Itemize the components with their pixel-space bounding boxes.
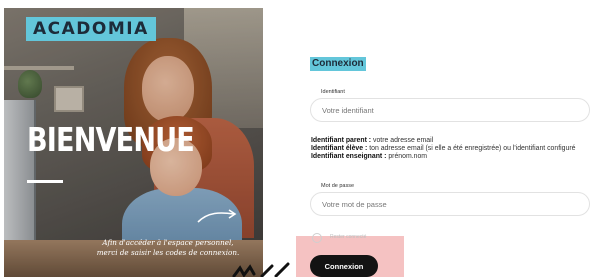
help-teacher-label: Identifiant enseignant : bbox=[311, 153, 387, 160]
login-title: Connexion bbox=[310, 57, 366, 71]
help-student-text: ton adresse email (si elle a été enregis… bbox=[367, 145, 576, 152]
identifier-input[interactable] bbox=[310, 98, 590, 122]
remember-me-label: Rester connecté bbox=[330, 234, 367, 240]
help-teacher: Identifiant enseignant : prénom.nom bbox=[311, 153, 596, 161]
help-student: Identifiant élève : ton adresse email (s… bbox=[311, 145, 596, 153]
password-input[interactable] bbox=[310, 192, 590, 216]
welcome-tagline-line1: Afin d'accéder à l'espace personnel, bbox=[102, 238, 234, 247]
login-button[interactable]: Connexion bbox=[310, 255, 378, 277]
help-parent-label: Identifiant parent : bbox=[311, 137, 372, 144]
welcome-divider bbox=[27, 180, 63, 183]
swoosh-arrow-icon bbox=[197, 209, 237, 223]
help-parent-text: votre adresse email bbox=[371, 137, 434, 144]
scribble-cursor-icon bbox=[232, 262, 290, 277]
help-student-label: Identifiant élève : bbox=[311, 145, 368, 152]
welcome-heading: BIENVENUE bbox=[27, 120, 195, 159]
password-label: Mot de passe bbox=[321, 183, 355, 189]
help-parent: Identifiant parent : votre adresse email bbox=[311, 137, 596, 145]
academia-logo: ACADOMIA bbox=[26, 17, 156, 41]
identifier-label: Identifiant bbox=[321, 89, 345, 95]
identifier-help: Identifiant parent : votre adresse email… bbox=[311, 137, 596, 161]
help-teacher-text: prénom.nom bbox=[386, 153, 428, 160]
welcome-tagline-line2: merci de saisir les codes de connexion. bbox=[96, 248, 240, 257]
welcome-tagline: Afin d'accéder à l'espace personnel, mer… bbox=[78, 238, 258, 258]
remember-me-radio[interactable] bbox=[312, 233, 322, 243]
